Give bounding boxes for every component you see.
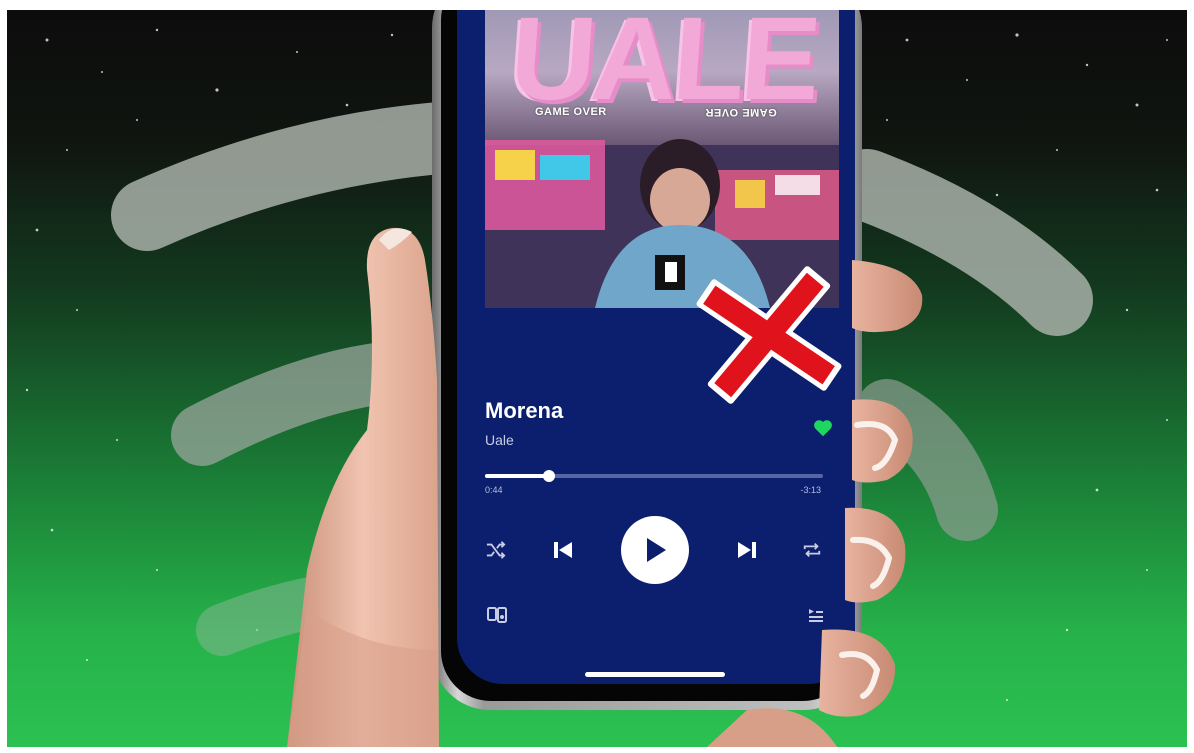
logo-arc-middle-right <box>856 379 998 541</box>
elapsed-time: 0:44 <box>485 485 503 495</box>
queue-icon[interactable] <box>807 606 825 624</box>
playback-controls <box>479 515 831 585</box>
red-x-icon <box>696 266 842 404</box>
play-button[interactable] <box>621 515 689 585</box>
next-button[interactable] <box>729 515 765 585</box>
logo-arc-top-right <box>831 149 1093 336</box>
track-artist[interactable]: Uale <box>485 432 514 448</box>
home-indicator[interactable] <box>585 672 725 677</box>
connect-devices-icon[interactable] <box>487 606 507 624</box>
album-subtitle-right: GAME OVER <box>705 106 777 118</box>
track-title: Morena <box>485 398 564 423</box>
logo-arc-bottom <box>196 569 393 656</box>
play-icon <box>647 538 666 562</box>
player-screen: UALE GAME OVER GAME OVER Morena Uale 0:4… <box>457 10 855 684</box>
remaining-time: -3:13 <box>800 485 821 495</box>
progress-handle[interactable] <box>543 470 556 482</box>
repeat-button[interactable] <box>797 515 827 585</box>
scene: UALE GAME OVER GAME OVER Morena Uale 0:4… <box>7 10 1187 747</box>
skip-next-icon <box>738 542 756 558</box>
phone-bezel: UALE GAME OVER GAME OVER Morena Uale 0:4… <box>441 10 855 701</box>
heart-icon[interactable] <box>812 417 834 439</box>
shuffle-icon <box>486 541 506 559</box>
album-subtitle-left: GAME OVER <box>535 106 607 118</box>
repeat-icon <box>803 542 821 558</box>
shuffle-button[interactable] <box>481 515 511 585</box>
play-button-circle <box>621 516 689 584</box>
skip-previous-icon <box>554 542 572 558</box>
smartphone: UALE GAME OVER GAME OVER Morena Uale 0:4… <box>432 10 862 710</box>
album-title-art: UALE <box>506 10 821 125</box>
progress-fill <box>485 474 550 478</box>
progress-bar[interactable] <box>485 470 823 482</box>
previous-button[interactable] <box>545 515 581 585</box>
logo-arc-middle <box>171 339 458 466</box>
